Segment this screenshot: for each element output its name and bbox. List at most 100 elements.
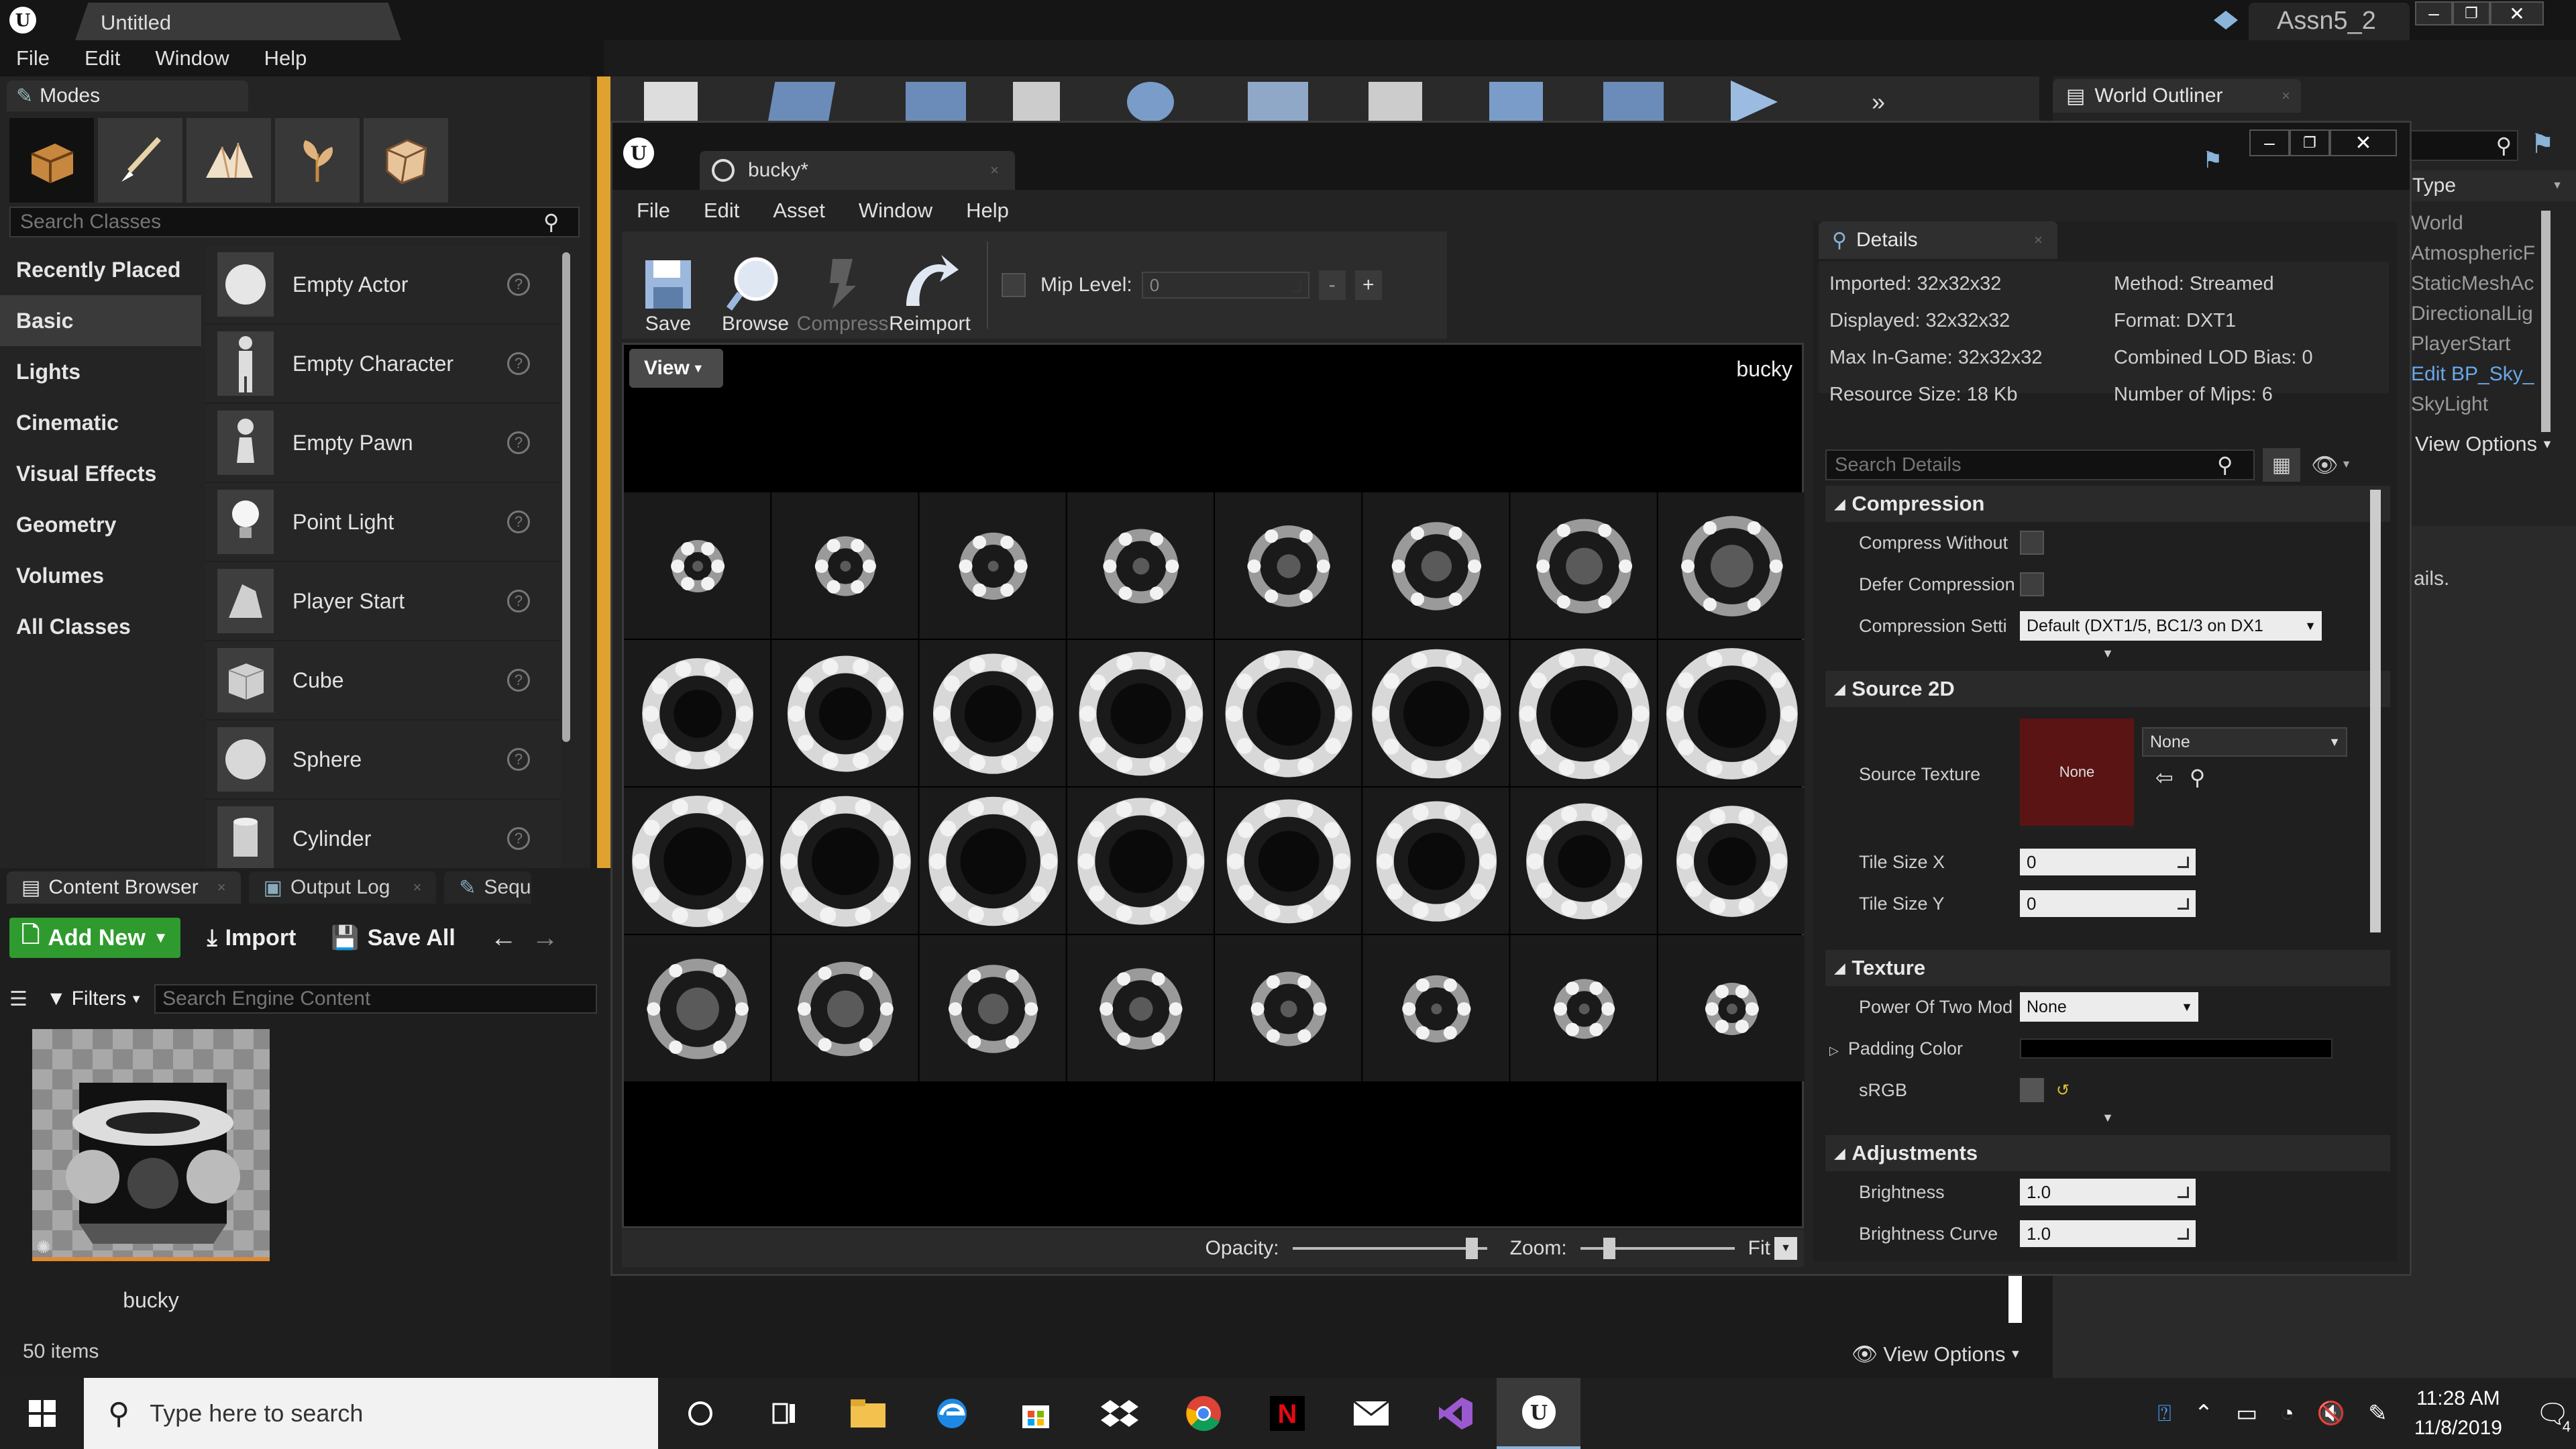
mip-level-checkbox[interactable] [1002,273,1026,297]
store-icon[interactable] [994,1378,1077,1449]
class-item-cylinder[interactable]: Cylinder? [205,800,561,879]
section-texture[interactable]: ◢ Texture [1825,950,2390,986]
close-icon[interactable]: × [2034,231,2043,249]
category-all-classes[interactable]: All Classes [0,601,201,652]
asset-tile-bucky[interactable]: ✺ [32,1029,270,1261]
category-cinematic[interactable]: Cinematic [0,397,201,448]
brightness-input[interactable]: 1.0 [2020,1179,2196,1205]
bottom-view-options[interactable]: 👁 View Options ▼ [1851,1342,2021,1366]
save-all-button[interactable]: 💾 Save All [331,924,455,951]
maximize-button[interactable]: ❐ [2290,129,2330,156]
close-icon[interactable]: × [217,879,226,896]
browse-button[interactable]: Browse [712,235,799,335]
close-icon[interactable]: × [413,879,421,896]
sources-panel-icon[interactable]: ☰ [9,987,28,1011]
import-button[interactable]: ⤓ Import [207,925,297,951]
landscape-mode-icon[interactable] [186,118,271,203]
chevron-down-icon[interactable]: ▼ [2341,459,2352,471]
help-icon[interactable]: ? [507,511,530,533]
category-recently-placed[interactable]: Recently Placed [0,244,201,295]
play-icon[interactable] [1731,80,1778,123]
source-control-icon[interactable] [2211,8,2241,32]
build-icon[interactable] [1489,82,1543,122]
mail-icon[interactable] [1329,1378,1413,1449]
toolbar-overflow-icon[interactable]: » [1872,88,1885,116]
save-level-icon[interactable] [644,82,698,122]
opacity-slider[interactable] [1292,1238,1487,1259]
blueprints-icon[interactable] [1248,82,1308,122]
search-classes-input[interactable] [20,211,543,233]
tab-output-log[interactable]: ▣ Output Log × [248,871,437,904]
menu-window[interactable]: Window [859,199,932,223]
save-button[interactable]: Save [625,235,712,335]
help-icon[interactable]: ? [507,273,530,296]
maximize-button[interactable]: ❐ [2453,1,2490,25]
chevron-up-icon[interactable]: ⌃ [2194,1400,2214,1427]
class-item-point-light[interactable]: Point Light? [205,483,561,562]
splitter-handle[interactable] [2008,1276,2022,1323]
class-item-empty-character[interactable]: Empty Character? [205,325,561,404]
wifi-icon[interactable]: ◔ [2280,1401,2294,1427]
help-tray-icon[interactable]: ⍰ [2157,1401,2171,1427]
menu-asset[interactable]: Asset [773,199,825,223]
volume-mute-icon[interactable]: 🔇 [2317,1400,2345,1427]
file-explorer-icon[interactable] [826,1378,910,1449]
search-icon[interactable]: ⚲ [2496,133,2512,158]
brightness-curve-input[interactable]: 1.0 [2020,1220,2196,1247]
texture-viewport[interactable]: View ▼ bucky [622,343,1805,1228]
reset-to-default-icon[interactable]: ↺ [2056,1081,2070,1100]
close-button[interactable]: ✕ [2330,129,2397,156]
visual-studio-icon[interactable] [1413,1378,1497,1449]
menu-file[interactable]: File [637,199,670,223]
details-search-box[interactable]: ⚲ [1825,449,2255,480]
compression-settings-dropdown[interactable]: Default (DXT1/5, BC1/3 on DX1 ▼ [2020,611,2322,641]
cortana-icon[interactable] [658,1378,742,1449]
add-new-button[interactable]: 🗋 Add New ▼ [9,918,180,958]
mip-plus-button[interactable]: + [1354,270,1382,300]
search-icon[interactable]: ⚲ [2217,452,2233,478]
menu-file[interactable]: File [16,46,50,70]
unreal-taskbar-icon[interactable]: U [1497,1378,1580,1449]
modes-tab[interactable]: ✎ Modes [7,80,248,111]
outliner-item[interactable]: AtmosphericF [2411,238,2535,268]
category-visual-effects[interactable]: Visual Effects [0,448,201,499]
mip-minus-button[interactable]: - [1318,270,1346,300]
category-volumes[interactable]: Volumes [0,550,201,601]
marketplace-icon[interactable] [1013,82,1060,122]
add-filter-icon[interactable]: ⚑ [2530,129,2555,160]
search-content-input[interactable] [154,984,598,1014]
eye-icon[interactable]: 👁 [2311,452,2339,478]
details-tab[interactable]: ⚲ Details × [1819,221,2057,259]
source-control-icon[interactable]: ⚑ [2202,147,2222,174]
filters-button[interactable]: ▼ Filters ▼ [46,987,142,1010]
source-texture-thumbnail[interactable]: None [2020,718,2134,830]
paint-mode-icon[interactable] [98,118,182,203]
details-search-input[interactable] [1835,453,2217,476]
padding-color-swatch[interactable] [2020,1038,2332,1059]
forward-arrow-icon[interactable]: → [532,923,559,953]
class-item-empty-actor[interactable]: Empty Actor? [205,246,561,325]
battery-icon[interactable]: ▭ [2236,1400,2257,1427]
section-source-2d[interactable]: ◢ Source 2D [1825,671,2390,707]
class-item-cube[interactable]: Cube? [205,641,561,720]
outliner-item[interactable]: DirectionalLig [2411,299,2535,329]
bucky-editor-tab[interactable]: bucky* × [700,151,1015,190]
pen-icon[interactable]: ✎ [2368,1400,2387,1427]
foliage-mode-icon[interactable] [275,118,360,203]
reimport-button[interactable]: Reimport [886,235,973,335]
menu-window[interactable]: Window [155,46,229,70]
close-button[interactable]: ✕ [2490,1,2544,25]
help-icon[interactable]: ? [507,352,530,375]
geometry-mode-icon[interactable] [364,118,448,203]
compress-button[interactable]: Compress [797,235,888,335]
close-icon[interactable]: × [2282,87,2290,105]
outliner-item[interactable]: Edit BP_Sky_ [2411,359,2535,389]
source-texture-dropdown[interactable]: None ▼ [2142,727,2347,757]
close-icon[interactable]: × [990,162,999,179]
defer-compression-checkbox[interactable] [2020,572,2044,596]
help-icon[interactable]: ? [507,669,530,692]
section-adjustments[interactable]: ◢ Adjustments [1825,1135,2390,1171]
category-basic[interactable]: Basic [0,295,201,346]
dropbox-icon[interactable] [1077,1378,1161,1449]
minimize-button[interactable]: – [2415,1,2453,25]
